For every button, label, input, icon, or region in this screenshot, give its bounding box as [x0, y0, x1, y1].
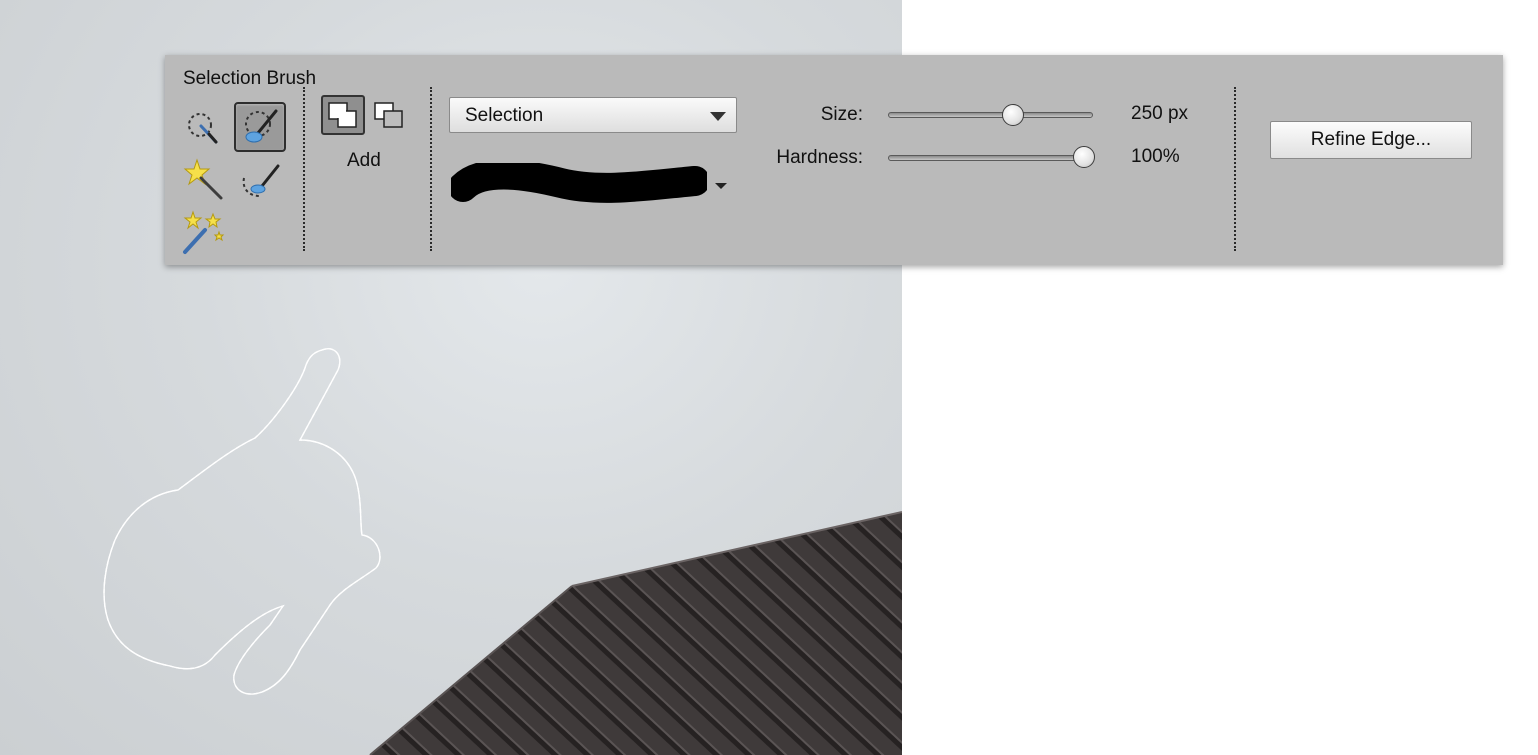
brush-picker-arrow-icon[interactable] — [715, 183, 727, 189]
refine-selection-brush-tool-icon — [242, 164, 280, 197]
marching-ants-selection — [103, 347, 381, 695]
divider — [303, 87, 305, 251]
auto-selection-tool-icon — [183, 210, 225, 254]
subtract-from-selection-button[interactable] — [367, 95, 411, 135]
selection-brush-tool-icon — [245, 109, 278, 143]
auto-selection-tool-button[interactable] — [177, 207, 229, 257]
selection-brush-tool-button[interactable] — [234, 102, 286, 152]
selection-mode-dropdown[interactable]: Selection — [449, 97, 737, 133]
refine-edge-button[interactable]: Refine Edge... — [1270, 121, 1472, 159]
hardness-value: 100% — [1131, 146, 1180, 167]
hardness-label: Hardness: — [776, 147, 863, 168]
refine-selection-brush-tool-button[interactable] — [234, 157, 286, 207]
hardness-slider[interactable] — [888, 155, 1093, 161]
tool-title: Selection Brush — [183, 68, 317, 89]
chevron-down-icon — [710, 112, 726, 121]
tool-options-bar: Selection Brush Add Selection Size: 250 … — [165, 55, 1503, 265]
add-to-selection-icon — [328, 102, 357, 128]
magic-wand-tool-button[interactable] — [177, 155, 229, 205]
subtract-from-selection-icon — [374, 102, 403, 128]
selection-mode-label: Add — [347, 150, 381, 171]
size-slider[interactable] — [888, 112, 1093, 118]
size-label: Size: — [820, 104, 863, 125]
size-value: 250 px — [1131, 103, 1189, 124]
divider — [1234, 87, 1236, 251]
brush-stroke-preview[interactable] — [451, 163, 707, 207]
quick-selection-tool-icon — [188, 113, 218, 144]
magic-wand-tool-icon — [183, 158, 223, 200]
size-slider-thumb[interactable] — [1001, 104, 1024, 126]
hardness-slider-thumb[interactable] — [1073, 146, 1095, 168]
quick-selection-tool-button[interactable] — [177, 103, 229, 153]
divider — [430, 87, 432, 251]
add-to-selection-button[interactable] — [321, 95, 365, 135]
roof-shape — [370, 512, 902, 755]
dropdown-value: Selection — [465, 105, 544, 126]
